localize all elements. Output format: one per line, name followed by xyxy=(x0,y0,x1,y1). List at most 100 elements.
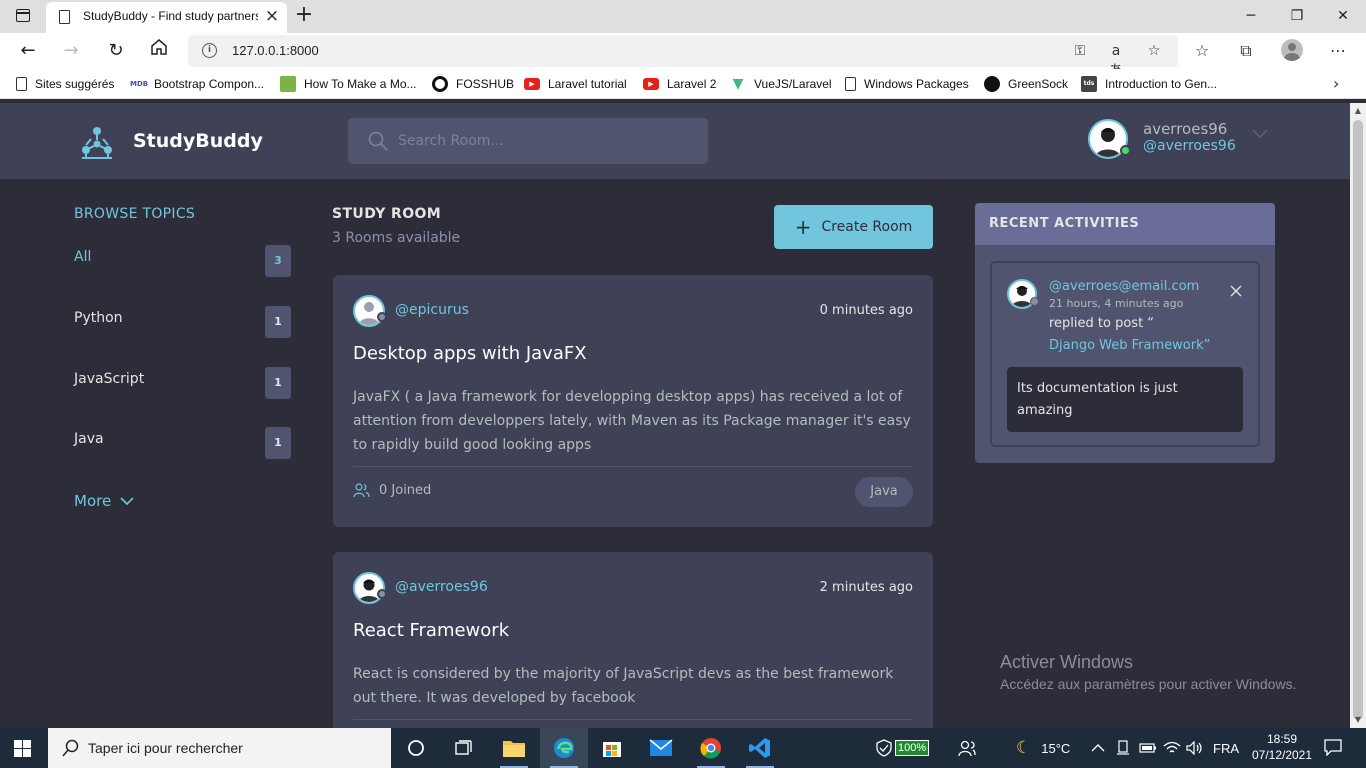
room-host[interactable]: @epicurus xyxy=(395,302,469,318)
avatar[interactable] xyxy=(353,572,385,604)
url-text[interactable]: 127.0.0.1:8000 xyxy=(232,43,319,58)
offline-status-indicator xyxy=(1030,297,1039,306)
clock-date: 07/12/2021 xyxy=(1251,748,1313,762)
restore-icon[interactable]: ❐ xyxy=(1287,6,1307,26)
url-field[interactable]: i 127.0.0.1:8000 ⚿ aあ ☆ xyxy=(188,35,1178,79)
menu-dots-icon[interactable]: ⋯ xyxy=(1325,38,1351,64)
minimize-icon[interactable]: ─ xyxy=(1241,6,1261,26)
info-icon[interactable]: i xyxy=(202,43,217,58)
tab-actions-icon[interactable] xyxy=(16,9,30,22)
room-host[interactable]: @averroes96 xyxy=(395,579,488,595)
clock-time: 18:59 xyxy=(1266,732,1298,746)
taskbar-clock[interactable]: 18:59 07/12/2021 xyxy=(1247,731,1317,763)
scroll-up-icon[interactable]: ▲ xyxy=(1353,106,1363,115)
page-scrollbar[interactable]: ▲ ▼ xyxy=(1350,103,1366,728)
refresh-icon[interactable]: ↻ xyxy=(103,38,129,64)
bookmark-item[interactable]: ▼ VueJS/Laravel xyxy=(730,75,832,93)
read-aloud-icon[interactable]: aあ xyxy=(1106,41,1126,79)
add-favorite-icon[interactable]: ☆ xyxy=(1144,41,1164,61)
close-tab-icon[interactable]: × xyxy=(263,6,281,26)
battery-percent: 100% xyxy=(895,740,930,756)
room-title[interactable]: React Framework xyxy=(353,620,509,641)
defender-icon[interactable] xyxy=(876,728,892,768)
topic-item-all[interactable]: All 3 xyxy=(74,245,291,277)
close-window-icon[interactable]: ✕ xyxy=(1333,6,1353,26)
topic-item-javascript[interactable]: JavaScript 1 xyxy=(74,367,291,399)
search-input[interactable] xyxy=(398,118,698,164)
close-icon[interactable] xyxy=(1228,283,1244,299)
battery-indicator[interactable]: 100% xyxy=(895,728,930,768)
taskbar-search[interactable]: Taper ici pour rechercher xyxy=(48,728,391,768)
topic-item-python[interactable]: Python 1 xyxy=(74,306,291,338)
chevron-down-icon[interactable] xyxy=(1250,123,1270,143)
tray-chevron-up-icon[interactable] xyxy=(1091,728,1105,768)
bookmark-item[interactable]: Windows Packages xyxy=(845,75,969,93)
topic-item-java[interactable]: Java 1 xyxy=(74,427,291,459)
study-room-heading: STUDY ROOM xyxy=(332,206,442,222)
collections-icon[interactable]: ⧉ xyxy=(1233,38,1259,64)
greensock-icon xyxy=(984,76,1000,92)
room-time: 0 minutes ago xyxy=(819,303,913,318)
bookmark-item[interactable]: MDB Bootstrap Compon... xyxy=(130,75,264,93)
forward-icon[interactable]: → xyxy=(58,38,84,64)
activity-user[interactable]: @averroes@email.com xyxy=(1049,279,1199,294)
room-title[interactable]: Desktop apps with JavaFX xyxy=(353,343,587,364)
wifi-icon[interactable] xyxy=(1163,728,1181,768)
weather-widget[interactable]: ☾ 15°C xyxy=(1016,728,1070,768)
mail-icon[interactable] xyxy=(637,728,685,768)
chrome-icon[interactable] xyxy=(687,728,735,768)
browser-tab[interactable]: StudyBuddy - Find study partners × xyxy=(46,2,287,33)
users-icon xyxy=(353,483,370,498)
avatar[interactable] xyxy=(353,295,385,327)
weather-temp: 15°C xyxy=(1041,740,1071,756)
chevron-right-icon[interactable]: › xyxy=(1333,74,1339,93)
more-topics-button[interactable]: More xyxy=(74,492,135,510)
activity-post-link[interactable]: Django Web Framework” xyxy=(1049,338,1210,353)
online-status-indicator xyxy=(1120,145,1131,156)
activity-item: @averroes@email.com 21 hours, 4 minutes … xyxy=(990,261,1260,447)
key-icon[interactable]: ⚿ xyxy=(1070,41,1090,61)
logo-icon[interactable] xyxy=(78,123,116,161)
activity-action: replied to post “ xyxy=(1049,316,1155,331)
create-room-button[interactable]: + Create Room xyxy=(774,205,933,249)
home-icon[interactable] xyxy=(146,38,172,64)
room-topic-tag[interactable]: Java xyxy=(855,477,913,507)
topic-count: 1 xyxy=(265,306,291,338)
notification-icon[interactable] xyxy=(1324,738,1342,756)
brand-name[interactable]: StudyBuddy xyxy=(133,130,263,152)
activities-title: RECENT ACTIVITIES xyxy=(989,216,1140,231)
user-handle[interactable]: @averroes96 xyxy=(1143,138,1236,154)
bookmark-item[interactable]: ▶ Laravel tutorial xyxy=(524,75,627,93)
vscode-icon[interactable] xyxy=(736,728,784,768)
cortana-icon[interactable] xyxy=(392,728,440,768)
bookmark-item[interactable]: FOSSHUB xyxy=(432,75,514,93)
page-icon xyxy=(16,77,27,91)
favorites-icon[interactable]: ☆ xyxy=(1189,38,1215,64)
file-explorer-icon[interactable] xyxy=(490,728,538,768)
new-tab-icon[interactable]: + xyxy=(293,3,315,27)
search-box[interactable] xyxy=(348,118,708,164)
profile-icon[interactable] xyxy=(1281,39,1303,61)
room-card[interactable]: @epicurus 0 minutes ago Desktop apps wit… xyxy=(333,275,933,527)
activity-message: Its documentation is just amazing xyxy=(1007,367,1243,432)
language-indicator[interactable]: FRA xyxy=(1213,728,1239,768)
scrollbar-thumb[interactable] xyxy=(1353,120,1363,720)
battery-icon[interactable] xyxy=(1139,728,1157,768)
bookmark-item[interactable]: Sites suggérés xyxy=(16,75,114,93)
people-icon[interactable] xyxy=(958,728,976,768)
store-icon[interactable] xyxy=(588,728,636,768)
user-name[interactable]: averroes96 xyxy=(1143,120,1227,138)
edge-browser-icon[interactable] xyxy=(540,728,588,768)
task-view-icon[interactable] xyxy=(440,728,488,768)
device-icon[interactable] xyxy=(1115,728,1131,768)
scroll-down-icon[interactable]: ▼ xyxy=(1353,715,1363,724)
mdb-icon: MDB xyxy=(130,80,149,88)
bookmark-item[interactable]: ▶ Laravel 2 xyxy=(643,75,716,93)
bookmark-item[interactable]: GreenSock xyxy=(984,75,1068,93)
bookmark-item[interactable]: tds Introduction to Gen... xyxy=(1081,75,1217,93)
volume-icon[interactable] xyxy=(1186,728,1204,768)
bookmark-item[interactable]: How To Make a Mo... xyxy=(280,75,417,93)
windows-start-icon[interactable] xyxy=(14,740,31,757)
back-icon[interactable]: ← xyxy=(15,38,41,64)
room-card[interactable]: @averroes96 2 minutes ago React Framewor… xyxy=(333,552,933,742)
